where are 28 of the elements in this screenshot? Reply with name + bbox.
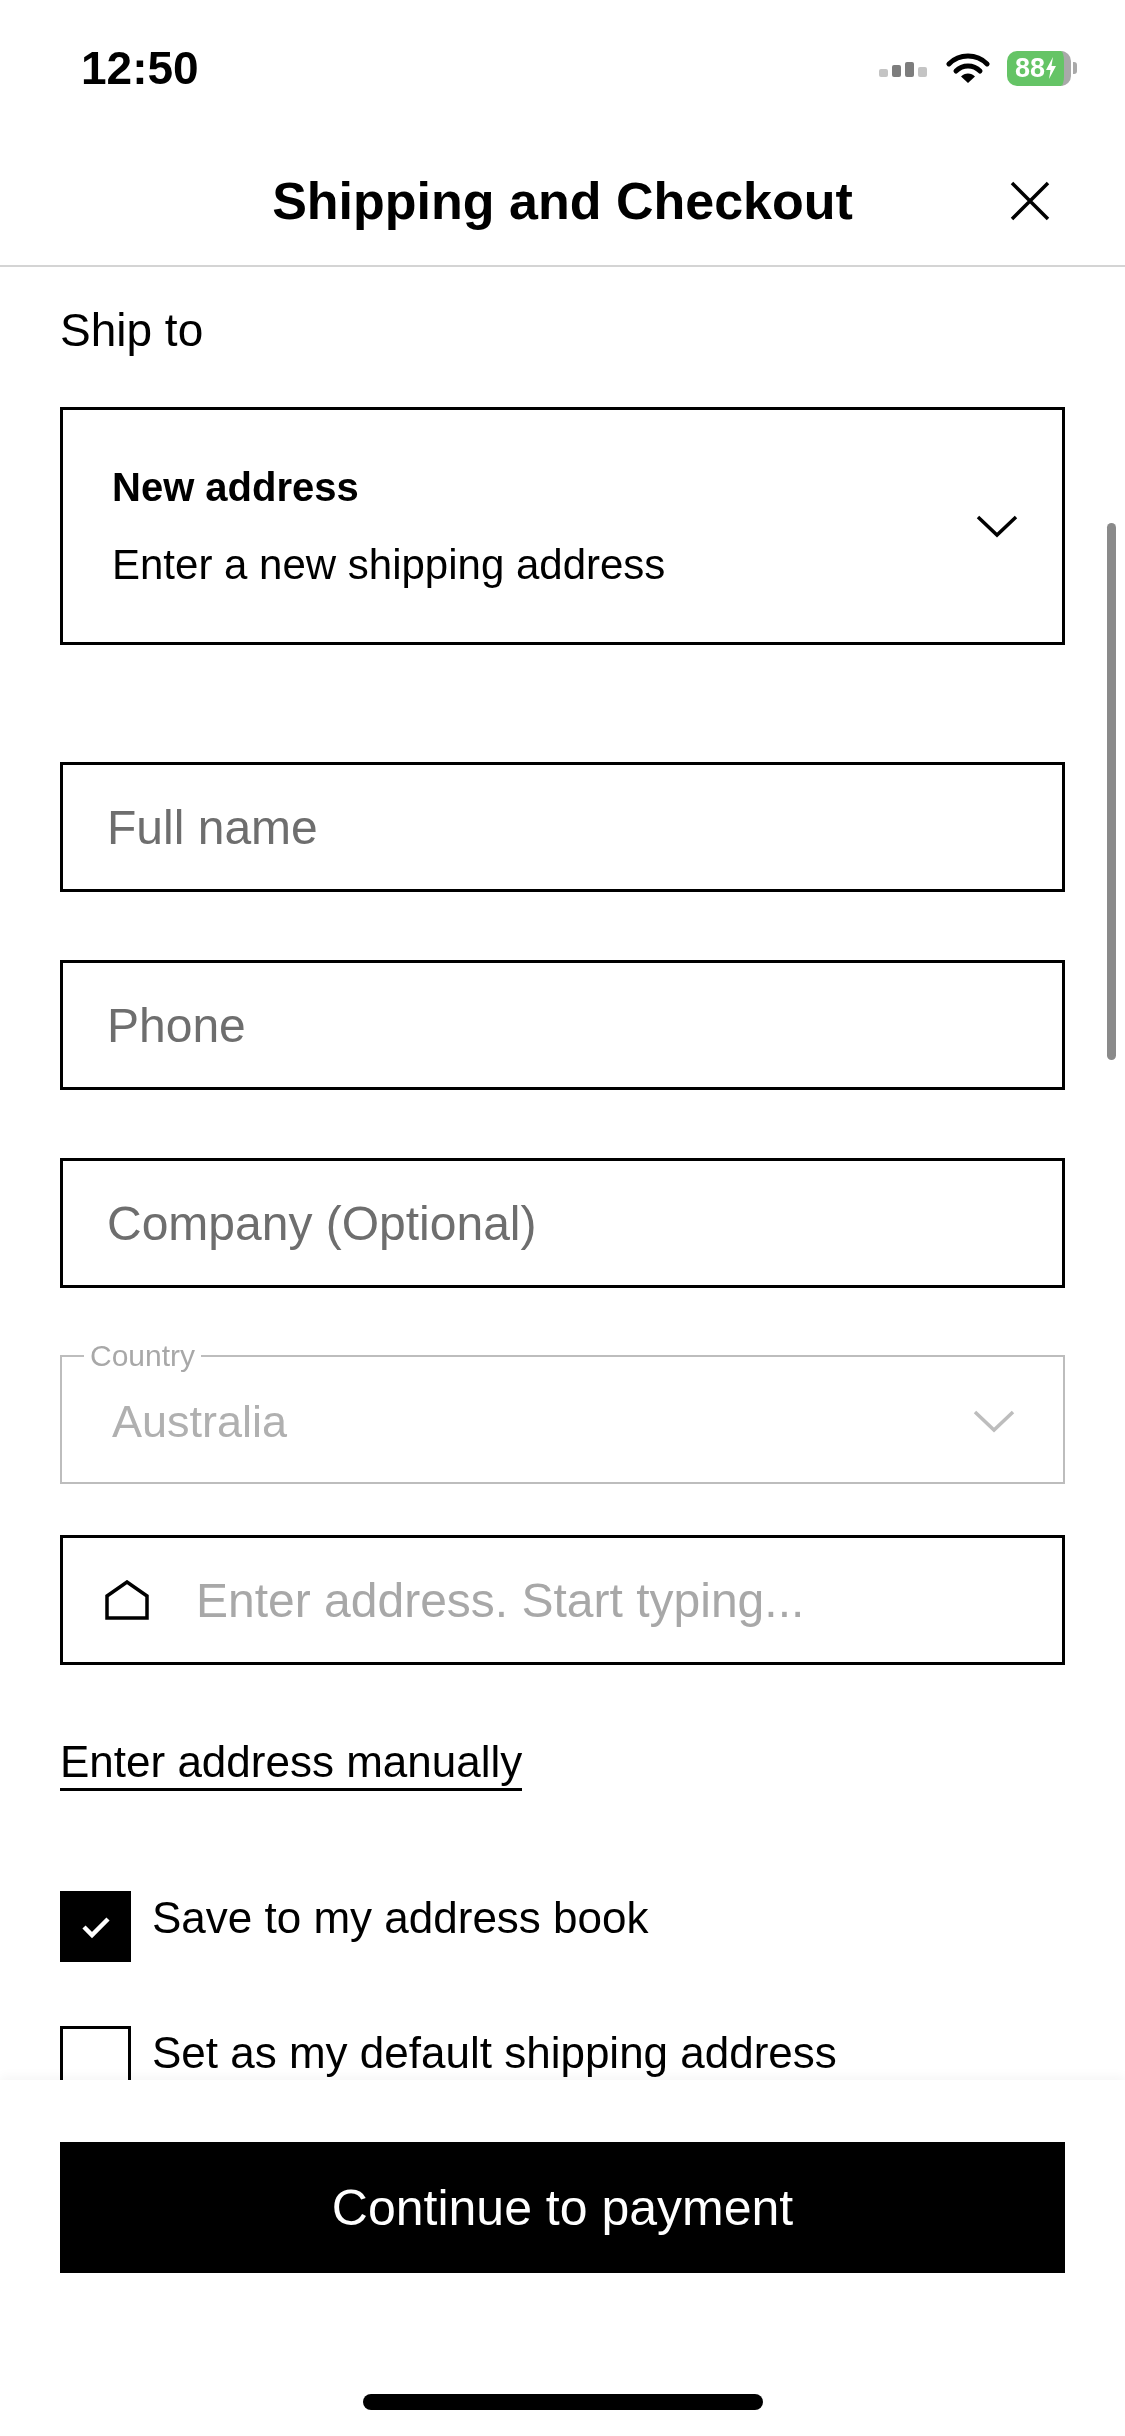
country-label: Country [89, 1338, 197, 1374]
home-icon [105, 1580, 149, 1620]
input-field[interactable]: Full name [60, 762, 1065, 892]
signal-icon [879, 59, 929, 77]
battery-percentage: 88 [1014, 54, 1045, 82]
address-subtitle: Enter a new shipping address [112, 539, 666, 590]
close-icon [1010, 180, 1050, 221]
input-field[interactable]: Company (Optional) [60, 1158, 1065, 1288]
wifi-icon [945, 51, 991, 85]
checkbox-label[interactable]: Set as my default shipping address [152, 2026, 837, 2079]
chevron-down-icon [973, 1409, 1015, 1433]
continue-button[interactable]: Continue to payment [60, 2142, 1065, 2273]
checkmark-icon [80, 1914, 111, 1939]
bolt-icon [1046, 57, 1056, 79]
checkbox[interactable] [60, 2026, 131, 2080]
address-select[interactable]: New address Enter a new shipping address [60, 407, 1065, 645]
section-label: Ship to [60, 303, 204, 358]
checkbox[interactable] [60, 1891, 131, 1962]
close-button[interactable] [1010, 180, 1050, 221]
address-search-field[interactable]: Enter address. Start typing... [60, 1535, 1065, 1665]
manual-entry-link[interactable]: Enter address manually [60, 1735, 523, 1791]
checkbox-label[interactable]: Save to my address book [152, 1891, 649, 1944]
address-title: New address [112, 463, 360, 511]
battery-tip-icon [1073, 62, 1077, 74]
chevron-down-icon [976, 514, 1018, 538]
status-time: 12:50 [81, 45, 199, 91]
country-value: Australia [112, 1398, 288, 1444]
input-field[interactable]: Phone [60, 960, 1065, 1090]
